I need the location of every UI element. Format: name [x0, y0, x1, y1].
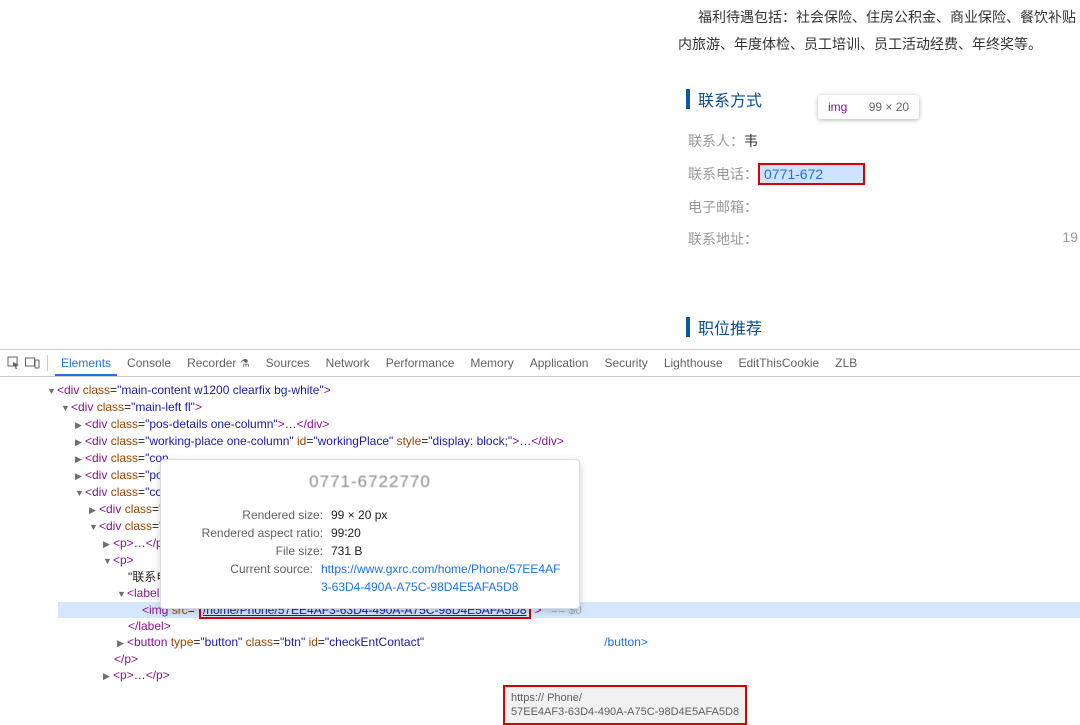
toolbar-separator — [47, 355, 48, 371]
contact-phone-highlight[interactable]: 0771-672 — [758, 163, 865, 185]
dom-node[interactable]: <p>…</p> — [58, 667, 1080, 684]
popover-aspect-ratio-value: 99∶20 — [331, 524, 361, 542]
popover-rendered-size-value: 99 × 20 px — [331, 506, 387, 524]
contact-email-row: 电子邮箱： — [678, 191, 1080, 223]
tab-security[interactable]: Security — [598, 351, 653, 375]
contact-phone-row: 联系电话： 0771-672 — [678, 157, 1080, 191]
contact-address-label: 联系地址： — [688, 231, 758, 247]
tab-memory[interactable]: Memory — [464, 351, 519, 375]
contact-person-row: img 99 × 20 联系人：韦 — [678, 125, 1080, 157]
benefits-line-1: 福利待遇包括：社会保险、住房公积金、商业保险、餐饮补贴 — [678, 4, 1080, 31]
dom-node[interactable]: <button type="button" class="btn" id="ch… — [58, 634, 1080, 651]
status-url-line1: https:// Phone/ — [511, 691, 739, 705]
inspect-icon[interactable] — [6, 356, 21, 371]
benefits-line-2: 内旅游、年度体检、员工培训、员工活动经费、年终奖等。 — [678, 31, 1080, 58]
popover-filesize-label: File size: — [179, 542, 331, 560]
contact-phone-label: 联系电话： — [688, 166, 758, 182]
dom-node[interactable]: <div class="pos-details one-column">…</d… — [58, 416, 1080, 433]
contact-phone-value: 0771-672 — [764, 166, 823, 182]
element-tooltip: img 99 × 20 — [818, 95, 919, 119]
tooltip-tag: img — [828, 100, 847, 114]
page-right-panel: 福利待遇包括：社会保险、住房公积金、商业保险、餐饮补贴 内旅游、年度体检、员工培… — [678, 0, 1080, 349]
dom-node[interactable]: <div class="working-place one-column" id… — [58, 433, 1080, 450]
device-toolbar-icon[interactable] — [25, 356, 40, 371]
image-preview-popover: 0771-6722770 Rendered size:99 × 20 px Re… — [160, 459, 580, 609]
popover-preview-number: 0771-6722770 — [179, 474, 561, 490]
popover-filesize-value: 731 B — [331, 542, 362, 560]
page-left-empty — [0, 0, 678, 349]
dom-node[interactable]: </label> — [58, 618, 1080, 634]
tab-lighthouse[interactable]: Lighthouse — [658, 351, 729, 375]
tab-console[interactable]: Console — [121, 351, 177, 375]
section-title-contact: 联系方式 — [698, 87, 762, 111]
section-bar-icon — [686, 89, 690, 109]
contact-email-label: 电子邮箱： — [688, 199, 758, 215]
popover-source-link[interactable]: https://www.gxrc.com/home/Phone/57EE4AF3… — [321, 560, 561, 596]
tab-performance[interactable]: Performance — [380, 351, 461, 375]
status-bar-url: https:// Phone/ 57EE4AF3-63D4-490A-A75C-… — [503, 685, 747, 725]
tab-zlb[interactable]: ZLB — [829, 351, 863, 375]
contact-address-suffix: 19 — [1062, 229, 1078, 245]
section-title-reco: 职位推荐 — [698, 315, 762, 339]
status-url-line2: 57EE4AF3-63D4-490A-A75C-98D4E5AFA5D8 — [511, 705, 739, 719]
dom-tree[interactable]: <div class="main-content w1200 clearfix … — [0, 377, 1080, 684]
page-content: 福利待遇包括：社会保险、住房公积金、商业保险、餐饮补贴 内旅游、年度体检、员工培… — [0, 0, 1080, 349]
section-bar-icon — [686, 317, 690, 337]
popover-rendered-size-label: Rendered size: — [179, 506, 331, 524]
tab-network[interactable]: Network — [320, 351, 376, 375]
devtools-panel: Elements Console Recorder ⚗ Sources Netw… — [0, 349, 1080, 710]
tooltip-dimensions: 99 × 20 — [869, 100, 909, 114]
tab-application[interactable]: Application — [524, 351, 595, 375]
tab-editthiscookie[interactable]: EditThisCookie — [733, 351, 826, 375]
popover-aspect-ratio-label: Rendered aspect ratio: — [179, 524, 331, 542]
dom-node[interactable]: <div class="main-content w1200 clearfix … — [58, 382, 1080, 399]
tab-recorder[interactable]: Recorder ⚗ — [181, 351, 256, 375]
popover-source-label: Current source: — [179, 560, 321, 596]
contact-person-label: 联系人： — [688, 133, 744, 149]
dom-node[interactable]: <div class="main-left fl"> — [58, 399, 1080, 416]
tab-elements[interactable]: Elements — [55, 351, 117, 376]
devtools-toolbar: Elements Console Recorder ⚗ Sources Netw… — [0, 350, 1080, 377]
contact-person-value: 韦 — [744, 133, 758, 149]
section-header-reco: 职位推荐 — [686, 315, 1080, 339]
contact-address-row: 联系地址： 19 — [678, 223, 1080, 255]
tab-sources[interactable]: Sources — [260, 351, 316, 375]
flask-icon: ⚗ — [240, 358, 250, 370]
dom-node[interactable]: </p> — [58, 651, 1080, 667]
